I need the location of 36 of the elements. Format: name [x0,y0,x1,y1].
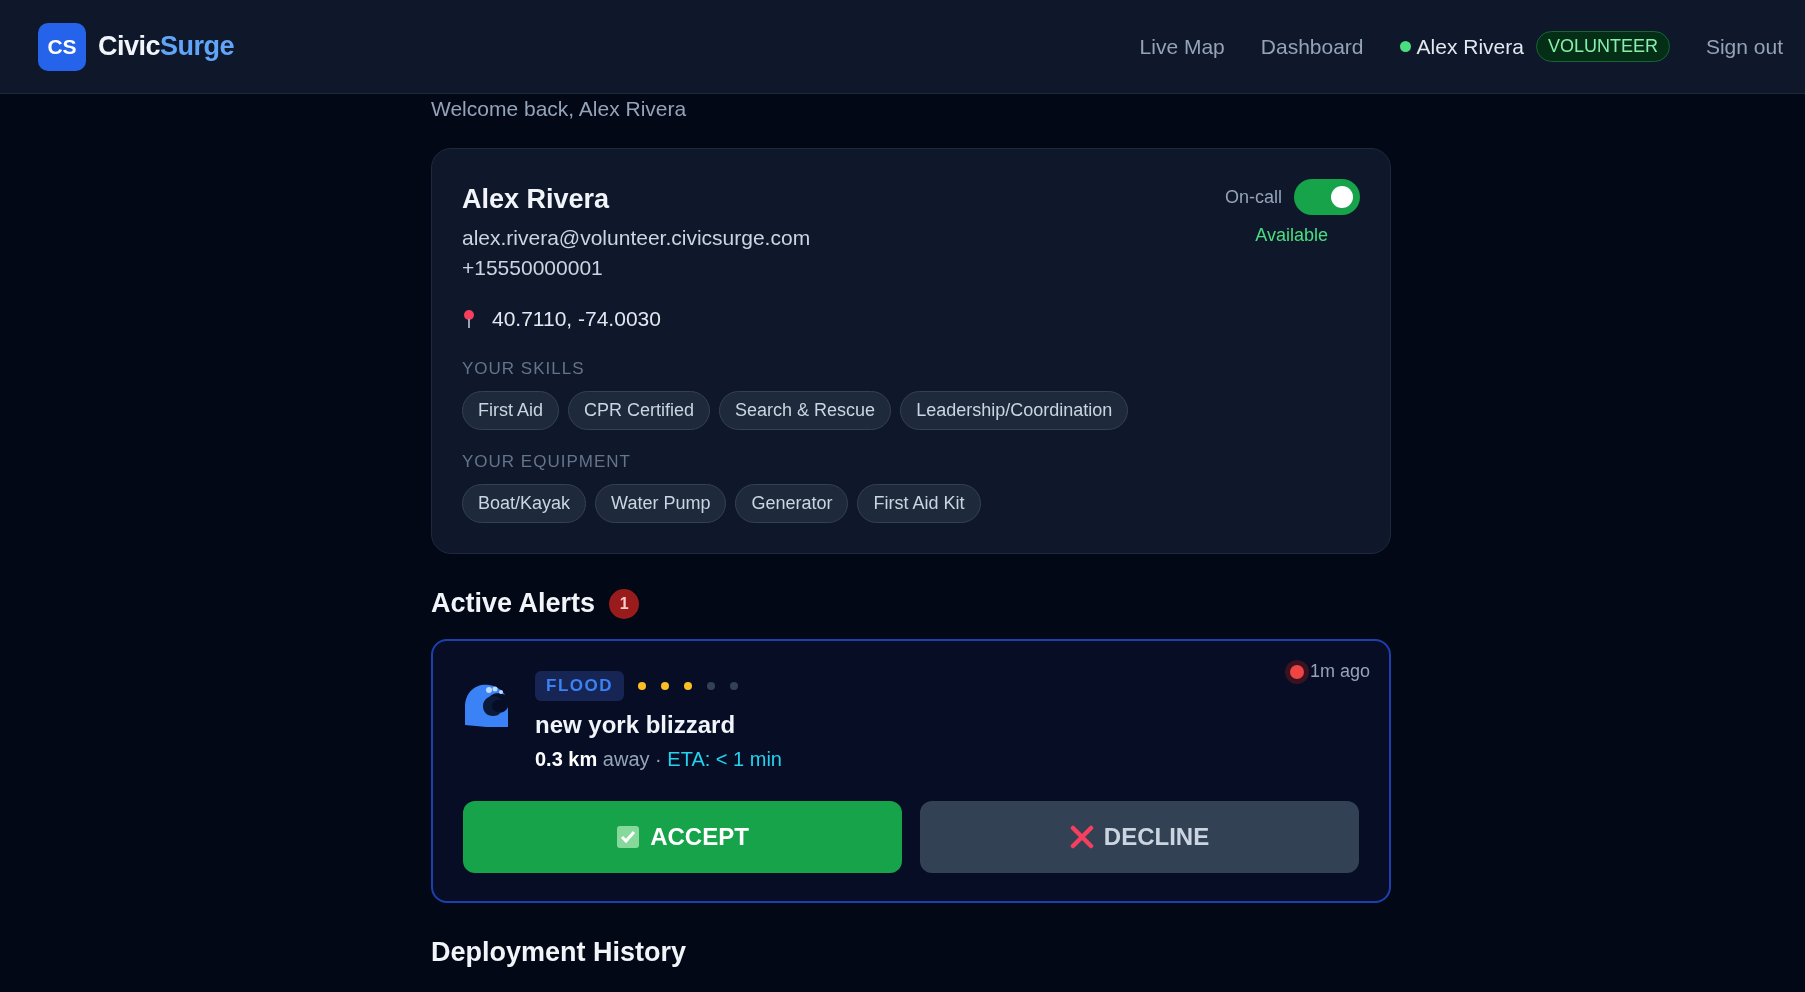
welcome-text: Welcome back, Alex Rivera [431,97,687,121]
brand-name: CivicSurge [98,31,235,62]
email-text: alex.rivera@volunteer.civicsurge.com [462,225,811,251]
count-badge: 1 [609,588,640,619]
equipment-tag: Boat/Kayak [462,484,587,523]
checkbox-icon [616,825,641,849]
section-label: YOUR SKILLS [462,359,586,379]
pin-icon [462,309,476,329]
sign-out-link[interactable]: Sign out [1705,34,1783,59]
section-heading: Active Alerts [431,588,596,619]
phone-text: +15550000001 [462,255,603,281]
skill-tag: Search & Rescue [719,391,892,430]
availability-text: Available [1255,225,1328,246]
type-badge: FLOOD [535,671,624,701]
section-heading: Deployment History [431,937,687,968]
close-icon [1069,825,1094,849]
equipment-tag: Generator [735,484,849,523]
on-call-label: On-call [1225,186,1282,208]
time-text: 1m ago [1309,661,1370,682]
skill-tag: Leadership/Coordination [900,391,1129,430]
equipment-tag: First Aid Kit [857,484,981,523]
skill-tag: CPR Certified [568,391,711,430]
skill-tag: First Aid [462,391,559,430]
role-badge: VOLUNTEER [1535,31,1670,62]
user-name: Alex Rivera [1416,34,1524,59]
logo[interactable]: CS [38,22,86,71]
profile-name: Alex Rivera [462,183,610,215]
on-call-toggle[interactable] [1294,179,1360,215]
equipment-tag: Water Pump [595,484,727,523]
location-text: 40.7110, -74.0030 [492,307,661,331]
alert-title: new york blizzard [535,711,737,739]
distance-text: 0.3 km away · ETA: < 1 min [535,748,782,771]
section-label: YOUR EQUIPMENT [462,452,632,472]
decline-button[interactable]: DECLINE [920,801,1359,873]
nav-link[interactable]: Live Map [1139,34,1225,59]
nav-link[interactable]: Dashboard [1260,34,1364,59]
